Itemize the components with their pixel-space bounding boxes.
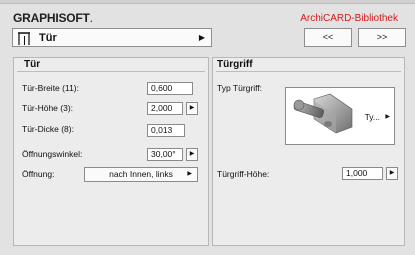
- door-height-label: Tür-Höhe (3):: [22, 103, 74, 113]
- opening-dropdown-value: nach Innen, links: [109, 169, 173, 179]
- handle-height-label: Türgriff-Höhe:: [217, 169, 270, 179]
- object-selector[interactable]: Tür ▶: [12, 28, 212, 47]
- door-width-label: Tür-Breite (11):: [22, 83, 79, 93]
- object-selector-label: Tür: [39, 32, 57, 44]
- door-thickness-label: Tür-Dicke (8):: [22, 124, 74, 134]
- chevron-right-icon: ▶: [385, 114, 390, 120]
- door-height-arrow-button[interactable]: ▶: [186, 102, 198, 115]
- opening-dropdown[interactable]: nach Innen, links ▶: [84, 167, 198, 182]
- next-button[interactable]: >>: [358, 28, 406, 47]
- opening-angle-input[interactable]: 30,00°: [147, 148, 183, 161]
- opening-angle-label: Öffnungswinkel:: [22, 149, 83, 159]
- chevron-right-icon: ▶: [187, 171, 192, 177]
- door-handle-preview-image: [293, 93, 353, 134]
- door-icon: [18, 32, 30, 45]
- handle-height-arrow-button[interactable]: ▶: [386, 167, 398, 180]
- door-width-input[interactable]: 0,600: [147, 82, 193, 95]
- divider: [216, 71, 401, 72]
- door-panel: Tür Tür-Breite (11): 0,600 Tür-Höhe (3):…: [13, 57, 209, 246]
- logo-dot: .: [89, 11, 93, 25]
- chevron-right-icon: ▶: [198, 33, 205, 42]
- handle-height-input[interactable]: 1,000: [342, 167, 383, 180]
- door-panel-title: Tür: [24, 59, 41, 70]
- logo-text: GRAPHISOFT: [13, 11, 90, 25]
- divider: [17, 71, 205, 72]
- door-height-input[interactable]: 2,000: [147, 102, 183, 115]
- handle-panel-title: Türgriff: [217, 59, 253, 70]
- library-title: ArchiCARD-Bibliothek: [300, 13, 398, 24]
- opening-angle-arrow-button[interactable]: ▶: [186, 148, 198, 161]
- handle-type-label: Typ Türgriff:: [217, 83, 263, 93]
- top-border: [0, 0, 415, 4]
- previous-button[interactable]: <<: [304, 28, 352, 47]
- handle-type-value: Ty...: [364, 112, 380, 122]
- opening-label: Öffnung:: [22, 169, 55, 179]
- door-thickness-input[interactable]: 0,013: [147, 124, 185, 137]
- graphisoft-logo: GRAPHISOFT.: [13, 11, 93, 25]
- handle-panel: Türgriff Typ Türgriff: Ty... ▶ Türgriff-…: [212, 57, 405, 246]
- handle-type-picker[interactable]: Ty... ▶: [285, 87, 395, 145]
